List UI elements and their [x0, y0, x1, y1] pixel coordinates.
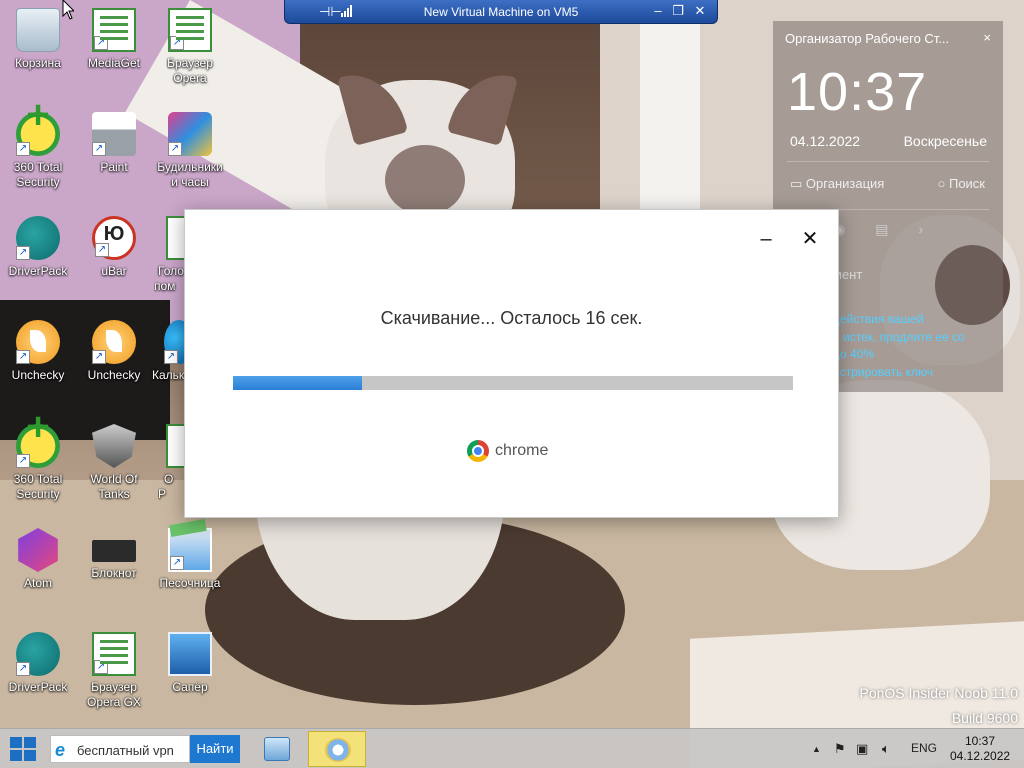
vm-close-button[interactable]: ✕ — [691, 3, 709, 19]
installer-disc-icon — [325, 738, 351, 762]
gadget-license-notice[interactable]: действия вашей и истек, продлите ее со д… — [833, 311, 998, 381]
folder-icon: ▭ — [790, 176, 803, 191]
unchecky-icon: ↗ — [92, 320, 136, 364]
desktop-icon-ubar[interactable]: ↗ uBar — [78, 216, 150, 279]
desktop-icon-unchecky[interactable]: ↗ Unchecky — [2, 320, 74, 383]
taskbar-app-chrome-installer[interactable] — [308, 731, 366, 767]
driverpack-icon: ↗ — [16, 216, 60, 260]
gadget-toolbar: ◉▤› — [833, 221, 953, 238]
taskbar-clock[interactable]: 10:37 04.12.2022 — [950, 734, 1010, 764]
recycle-bin-icon — [16, 8, 60, 52]
search-icon: ○ — [937, 176, 946, 191]
desktop-icon-opera[interactable]: ↗ Браузер Opera — [154, 8, 226, 86]
opera-browser-icon: ↗ — [168, 8, 212, 52]
document-icon — [166, 424, 184, 468]
network-icon[interactable]: ▣ — [856, 741, 868, 757]
world-of-tanks-icon — [92, 424, 136, 468]
desktop-icon-360-security-2[interactable]: ↗ 360 Total Security — [2, 420, 74, 502]
gadget-date: 04.12.2022 — [790, 133, 861, 149]
action-center-flag-icon[interactable]: ⚑ — [834, 741, 846, 757]
chrome-logo-icon — [467, 440, 489, 462]
desktop-icon-world-of-tanks[interactable]: World Of Tanks — [78, 424, 150, 502]
unchecky-icon: ↗ — [16, 320, 60, 364]
chrome-brand-label: chrome — [495, 442, 549, 459]
download-progress-bar — [233, 376, 793, 390]
dialog-close-button[interactable]: ✕ — [799, 226, 821, 250]
atom-icon — [18, 528, 58, 572]
minesweeper-icon — [168, 632, 212, 676]
paint-icon: ↗ — [92, 112, 136, 156]
calculator-icon: ↗ — [164, 320, 184, 364]
gadget-clock-time: 10:37 — [787, 62, 928, 122]
chrome-brand: chrome — [467, 440, 548, 462]
desktop-icon-atom[interactable]: Atom — [2, 528, 74, 591]
taskbar: e Найти ▲ ⚑ ▣ 🔈︎ ENG 10:37 04.12.2022 — [0, 728, 1024, 768]
gadget-close-button[interactable]: × — [983, 30, 991, 45]
vm-minimize-button[interactable]: – — [649, 3, 667, 18]
gadget-title: Организатор Рабочего Ст... — [785, 31, 950, 46]
dialog-minimize-button[interactable]: – — [757, 228, 775, 252]
desktop-icon-sandbox[interactable]: ↗ Песочница — [154, 528, 226, 591]
360-security-icon: ↗ — [16, 108, 60, 156]
desktop-icon-driverpack-2[interactable]: ↗ DriverPack — [2, 632, 74, 695]
gadget-arrow-icon[interactable]: › — [918, 221, 953, 237]
download-progress-fill — [233, 376, 362, 390]
sandbox-icon: ↗ — [168, 528, 212, 572]
desktop-icon-notepad[interactable]: Блокнот — [78, 528, 150, 581]
taskbar-search-button[interactable]: Найти — [190, 735, 240, 763]
desktop-icon-mediaget[interactable]: ↗ MediaGet — [78, 8, 150, 71]
ubar-icon: ↗ — [92, 216, 136, 260]
download-status-text: Скачивание... Осталось 16 сек. — [380, 308, 643, 328]
start-button[interactable] — [10, 737, 38, 763]
desktop-icon-alarms-clock[interactable]: ↗ Будильники и часы — [154, 112, 226, 190]
vm-connection-bar: ⊣⊢ New Virtual Machine on VM5 – ❐ ✕ — [284, 0, 718, 24]
gadget-search-button[interactable]: ○ Поиск — [937, 176, 985, 191]
os-edition-watermark: PonOS Insider Noob 11.0 — [859, 685, 1018, 701]
gadget-eye-icon[interactable]: ◉ — [833, 221, 875, 237]
desktop-icon-voice-assistant[interactable]: Голо пом — [154, 216, 184, 294]
voice-assistant-icon — [166, 216, 184, 260]
taskbar-time: 10:37 — [964, 734, 996, 748]
gadget-organization-button[interactable]: ▭ Организация — [790, 176, 884, 192]
mouse-cursor-icon — [62, 0, 74, 20]
mediaget-icon: ↗ — [92, 8, 136, 52]
taskbar-date: 04.12.2022 — [950, 749, 1011, 763]
internet-explorer-icon: e — [55, 740, 66, 760]
360-security-icon: ↗ — [16, 420, 60, 468]
desktop-icon-document[interactable]: O P — [158, 424, 184, 502]
volume-muted-icon[interactable]: 🔈︎ — [882, 741, 890, 757]
language-indicator[interactable]: ENG — [911, 741, 937, 755]
taskbar-search-input[interactable] — [77, 740, 187, 760]
gadget-list-icon[interactable]: ▤ — [875, 221, 918, 237]
desktop-icon-driverpack[interactable]: ↗ DriverPack — [2, 216, 74, 279]
desktop-icon-paint[interactable]: ↗ Paint — [78, 112, 150, 175]
desktop-icon-unchecky-2[interactable]: ↗ Unchecky — [78, 320, 150, 383]
opera-gx-icon: ↗ — [92, 632, 136, 676]
taskbar-search-box[interactable]: e — [50, 735, 190, 763]
gadget-weekday: Воскресенье — [903, 133, 987, 149]
desktop-icon-calculator[interactable]: ↗ Кальк — [150, 320, 184, 383]
taskbar-app-control-panel[interactable] — [250, 731, 302, 767]
vm-restore-button[interactable]: ❐ — [669, 3, 687, 19]
desktop-icon-minesweeper[interactable]: Сапёр — [154, 632, 226, 695]
alarms-clock-icon: ↗ — [168, 112, 212, 156]
notepad-icon — [92, 540, 136, 562]
control-panel-icon — [264, 737, 290, 761]
os-build-watermark: Build 9600 — [951, 710, 1018, 726]
desktop-icon-360-security[interactable]: ↗ 360 Total Security — [2, 108, 74, 190]
show-hidden-icons-button[interactable]: ▲ — [812, 744, 821, 754]
chrome-download-dialog: – ✕ Скачивание... Осталось 16 сек. chrom… — [184, 209, 839, 518]
desktop-icon-opera-gx[interactable]: ↗ Браузер Opera GX — [78, 632, 150, 710]
driverpack-icon: ↗ — [16, 632, 60, 676]
